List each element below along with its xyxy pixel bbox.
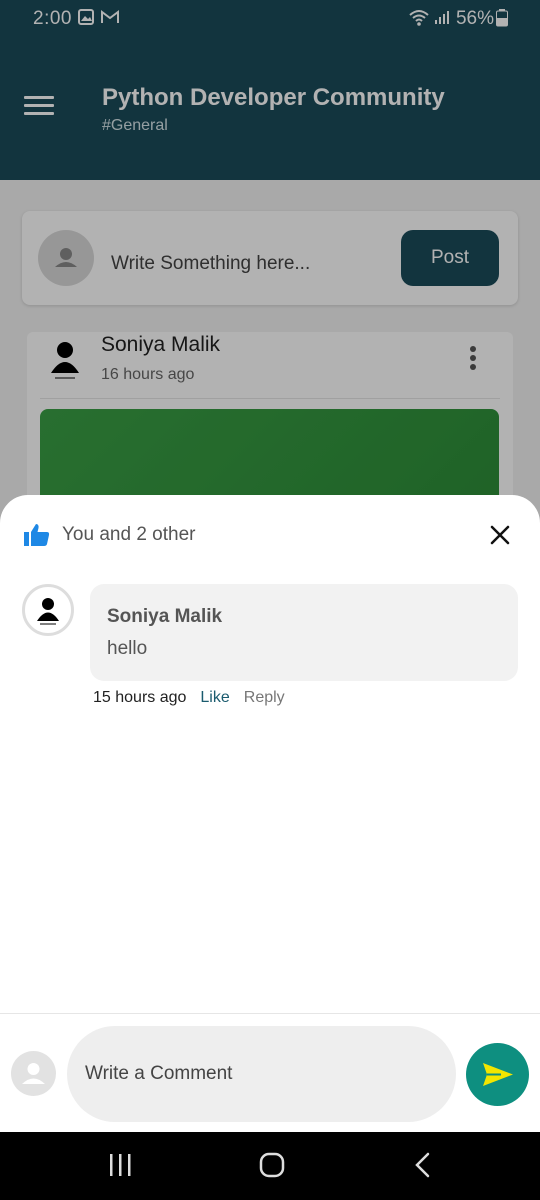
back-icon[interactable] xyxy=(413,1152,433,1178)
like-summary-text: You and 2 other xyxy=(62,524,196,545)
comment-bubble[interactable]: Soniya Malik hello xyxy=(90,584,518,681)
user-icon xyxy=(37,598,59,625)
thumbs-up-icon xyxy=(24,524,50,546)
close-icon[interactable] xyxy=(486,521,514,549)
comment-time: 15 hours ago xyxy=(93,689,187,706)
system-nav-bar xyxy=(0,1132,540,1200)
send-icon xyxy=(483,1063,513,1086)
recent-apps-icon[interactable] xyxy=(108,1152,132,1178)
comment-meta: 15 hours ago Like Reply xyxy=(93,689,285,707)
comment-text: hello xyxy=(107,638,148,659)
home-icon[interactable] xyxy=(259,1152,285,1178)
comment-author: Soniya Malik xyxy=(107,606,223,627)
send-button[interactable] xyxy=(466,1043,529,1106)
avatar xyxy=(11,1051,56,1096)
comment-input[interactable] xyxy=(67,1026,456,1122)
comment-reply-link[interactable]: Reply xyxy=(244,689,285,706)
comment-composer xyxy=(0,1013,540,1132)
user-icon xyxy=(22,1063,45,1084)
comment-like-link[interactable]: Like xyxy=(200,689,229,706)
comment-avatar xyxy=(22,584,74,636)
